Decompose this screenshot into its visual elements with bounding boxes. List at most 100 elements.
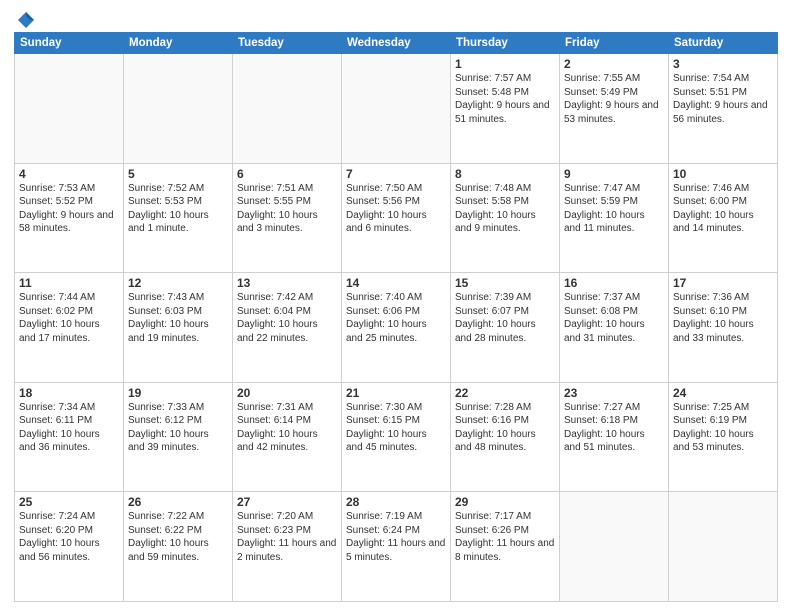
- day-info: Sunrise: 7:52 AM Sunset: 5:53 PM Dayligh…: [128, 182, 228, 236]
- day-number: 26: [128, 495, 228, 509]
- week-row-1: 4Sunrise: 7:53 AM Sunset: 5:52 PM Daylig…: [15, 163, 778, 273]
- calendar-cell: 25Sunrise: 7:24 AM Sunset: 6:20 PM Dayli…: [15, 492, 124, 602]
- day-info: Sunrise: 7:24 AM Sunset: 6:20 PM Dayligh…: [19, 510, 119, 564]
- day-number: 28: [346, 495, 446, 509]
- calendar-cell: 13Sunrise: 7:42 AM Sunset: 6:04 PM Dayli…: [233, 273, 342, 383]
- logo: [14, 10, 36, 26]
- day-number: 25: [19, 495, 119, 509]
- day-number: 18: [19, 386, 119, 400]
- weekday-header-wednesday: Wednesday: [342, 33, 451, 54]
- week-row-4: 25Sunrise: 7:24 AM Sunset: 6:20 PM Dayli…: [15, 492, 778, 602]
- calendar-cell: 16Sunrise: 7:37 AM Sunset: 6:08 PM Dayli…: [560, 273, 669, 383]
- day-number: 19: [128, 386, 228, 400]
- week-row-3: 18Sunrise: 7:34 AM Sunset: 6:11 PM Dayli…: [15, 382, 778, 492]
- calendar-cell: 28Sunrise: 7:19 AM Sunset: 6:24 PM Dayli…: [342, 492, 451, 602]
- day-number: 7: [346, 167, 446, 181]
- calendar-cell: 8Sunrise: 7:48 AM Sunset: 5:58 PM Daylig…: [451, 163, 560, 273]
- header: [14, 10, 778, 26]
- calendar-cell: [233, 54, 342, 164]
- calendar-cell: [560, 492, 669, 602]
- weekday-header-tuesday: Tuesday: [233, 33, 342, 54]
- day-number: 20: [237, 386, 337, 400]
- day-number: 21: [346, 386, 446, 400]
- calendar-cell: [124, 54, 233, 164]
- calendar-cell: 29Sunrise: 7:17 AM Sunset: 6:26 PM Dayli…: [451, 492, 560, 602]
- calendar-cell: 24Sunrise: 7:25 AM Sunset: 6:19 PM Dayli…: [669, 382, 778, 492]
- day-number: 8: [455, 167, 555, 181]
- day-info: Sunrise: 7:33 AM Sunset: 6:12 PM Dayligh…: [128, 401, 228, 455]
- weekday-header-sunday: Sunday: [15, 33, 124, 54]
- day-info: Sunrise: 7:43 AM Sunset: 6:03 PM Dayligh…: [128, 291, 228, 345]
- calendar-cell: 11Sunrise: 7:44 AM Sunset: 6:02 PM Dayli…: [15, 273, 124, 383]
- weekday-header-friday: Friday: [560, 33, 669, 54]
- day-info: Sunrise: 7:57 AM Sunset: 5:48 PM Dayligh…: [455, 72, 555, 126]
- calendar-cell: [669, 492, 778, 602]
- day-number: 22: [455, 386, 555, 400]
- day-info: Sunrise: 7:25 AM Sunset: 6:19 PM Dayligh…: [673, 401, 773, 455]
- week-row-2: 11Sunrise: 7:44 AM Sunset: 6:02 PM Dayli…: [15, 273, 778, 383]
- day-info: Sunrise: 7:44 AM Sunset: 6:02 PM Dayligh…: [19, 291, 119, 345]
- day-number: 3: [673, 57, 773, 71]
- calendar-cell: 10Sunrise: 7:46 AM Sunset: 6:00 PM Dayli…: [669, 163, 778, 273]
- day-info: Sunrise: 7:40 AM Sunset: 6:06 PM Dayligh…: [346, 291, 446, 345]
- calendar-cell: 27Sunrise: 7:20 AM Sunset: 6:23 PM Dayli…: [233, 492, 342, 602]
- weekday-header-thursday: Thursday: [451, 33, 560, 54]
- day-info: Sunrise: 7:51 AM Sunset: 5:55 PM Dayligh…: [237, 182, 337, 236]
- day-info: Sunrise: 7:31 AM Sunset: 6:14 PM Dayligh…: [237, 401, 337, 455]
- day-number: 14: [346, 276, 446, 290]
- logo-icon: [16, 10, 36, 30]
- calendar-cell: 6Sunrise: 7:51 AM Sunset: 5:55 PM Daylig…: [233, 163, 342, 273]
- day-number: 13: [237, 276, 337, 290]
- calendar-cell: 26Sunrise: 7:22 AM Sunset: 6:22 PM Dayli…: [124, 492, 233, 602]
- day-info: Sunrise: 7:36 AM Sunset: 6:10 PM Dayligh…: [673, 291, 773, 345]
- day-info: Sunrise: 7:50 AM Sunset: 5:56 PM Dayligh…: [346, 182, 446, 236]
- day-info: Sunrise: 7:22 AM Sunset: 6:22 PM Dayligh…: [128, 510, 228, 564]
- day-info: Sunrise: 7:17 AM Sunset: 6:26 PM Dayligh…: [455, 510, 555, 564]
- day-info: Sunrise: 7:27 AM Sunset: 6:18 PM Dayligh…: [564, 401, 664, 455]
- calendar-cell: 20Sunrise: 7:31 AM Sunset: 6:14 PM Dayli…: [233, 382, 342, 492]
- day-info: Sunrise: 7:39 AM Sunset: 6:07 PM Dayligh…: [455, 291, 555, 345]
- day-number: 10: [673, 167, 773, 181]
- calendar-cell: 2Sunrise: 7:55 AM Sunset: 5:49 PM Daylig…: [560, 54, 669, 164]
- calendar-cell: [342, 54, 451, 164]
- day-info: Sunrise: 7:19 AM Sunset: 6:24 PM Dayligh…: [346, 510, 446, 564]
- day-number: 5: [128, 167, 228, 181]
- day-info: Sunrise: 7:28 AM Sunset: 6:16 PM Dayligh…: [455, 401, 555, 455]
- day-number: 1: [455, 57, 555, 71]
- calendar-cell: 18Sunrise: 7:34 AM Sunset: 6:11 PM Dayli…: [15, 382, 124, 492]
- day-number: 9: [564, 167, 664, 181]
- day-number: 17: [673, 276, 773, 290]
- day-number: 6: [237, 167, 337, 181]
- day-info: Sunrise: 7:47 AM Sunset: 5:59 PM Dayligh…: [564, 182, 664, 236]
- day-info: Sunrise: 7:34 AM Sunset: 6:11 PM Dayligh…: [19, 401, 119, 455]
- calendar-cell: 21Sunrise: 7:30 AM Sunset: 6:15 PM Dayli…: [342, 382, 451, 492]
- calendar-cell: 17Sunrise: 7:36 AM Sunset: 6:10 PM Dayli…: [669, 273, 778, 383]
- calendar-cell: 9Sunrise: 7:47 AM Sunset: 5:59 PM Daylig…: [560, 163, 669, 273]
- calendar-cell: 23Sunrise: 7:27 AM Sunset: 6:18 PM Dayli…: [560, 382, 669, 492]
- day-info: Sunrise: 7:53 AM Sunset: 5:52 PM Dayligh…: [19, 182, 119, 236]
- day-number: 23: [564, 386, 664, 400]
- day-number: 4: [19, 167, 119, 181]
- day-info: Sunrise: 7:37 AM Sunset: 6:08 PM Dayligh…: [564, 291, 664, 345]
- weekday-header-row: SundayMondayTuesdayWednesdayThursdayFrid…: [15, 33, 778, 54]
- calendar-cell: 1Sunrise: 7:57 AM Sunset: 5:48 PM Daylig…: [451, 54, 560, 164]
- day-info: Sunrise: 7:54 AM Sunset: 5:51 PM Dayligh…: [673, 72, 773, 126]
- week-row-0: 1Sunrise: 7:57 AM Sunset: 5:48 PM Daylig…: [15, 54, 778, 164]
- day-info: Sunrise: 7:30 AM Sunset: 6:15 PM Dayligh…: [346, 401, 446, 455]
- calendar-cell: 19Sunrise: 7:33 AM Sunset: 6:12 PM Dayli…: [124, 382, 233, 492]
- day-info: Sunrise: 7:20 AM Sunset: 6:23 PM Dayligh…: [237, 510, 337, 564]
- day-info: Sunrise: 7:46 AM Sunset: 6:00 PM Dayligh…: [673, 182, 773, 236]
- day-number: 12: [128, 276, 228, 290]
- day-info: Sunrise: 7:48 AM Sunset: 5:58 PM Dayligh…: [455, 182, 555, 236]
- day-number: 29: [455, 495, 555, 509]
- calendar-cell: 4Sunrise: 7:53 AM Sunset: 5:52 PM Daylig…: [15, 163, 124, 273]
- day-info: Sunrise: 7:42 AM Sunset: 6:04 PM Dayligh…: [237, 291, 337, 345]
- day-number: 2: [564, 57, 664, 71]
- calendar-cell: 3Sunrise: 7:54 AM Sunset: 5:51 PM Daylig…: [669, 54, 778, 164]
- day-number: 11: [19, 276, 119, 290]
- day-number: 15: [455, 276, 555, 290]
- calendar-cell: 7Sunrise: 7:50 AM Sunset: 5:56 PM Daylig…: [342, 163, 451, 273]
- day-number: 16: [564, 276, 664, 290]
- calendar-cell: 15Sunrise: 7:39 AM Sunset: 6:07 PM Dayli…: [451, 273, 560, 383]
- day-info: Sunrise: 7:55 AM Sunset: 5:49 PM Dayligh…: [564, 72, 664, 126]
